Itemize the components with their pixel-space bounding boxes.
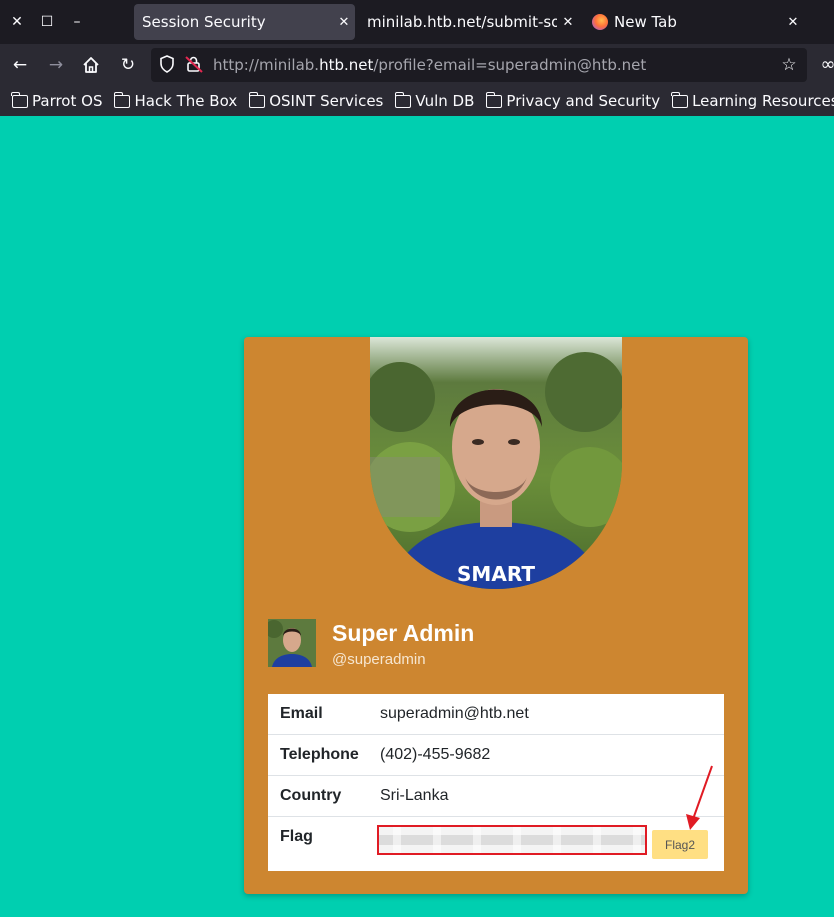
table-row-email: Email superadmin@htb.net bbox=[268, 694, 724, 735]
shield-icon[interactable] bbox=[157, 55, 177, 75]
tab-label: Session Security bbox=[142, 13, 266, 31]
tab-new-tab[interactable]: New Tab ✕ bbox=[584, 4, 804, 40]
tab-bar: ✕ ☐ – Session Security ✕ minilab.htb.net… bbox=[0, 0, 834, 44]
url-bar[interactable]: http://minilab.htb.net/profile?email=sup… bbox=[151, 48, 807, 82]
close-tab-icon[interactable]: ✕ bbox=[782, 15, 804, 30]
bookmark-learning-resources[interactable]: Learning Resources bbox=[671, 91, 834, 110]
folder-icon bbox=[11, 91, 28, 108]
tab-label: New Tab bbox=[614, 13, 677, 31]
home-icon[interactable] bbox=[79, 53, 103, 77]
url-path: /profile?email=superadmin@htb.net bbox=[373, 56, 647, 74]
bookmark-star-icon[interactable]: ☆ bbox=[779, 55, 799, 75]
bookmark-privacy-and-security[interactable]: Privacy and Security bbox=[485, 91, 661, 110]
table-row-flag: Flag Flag2 bbox=[268, 817, 724, 871]
bookmark-hack-the-box[interactable]: Hack The Box bbox=[113, 91, 238, 110]
close-tab-icon[interactable]: ✕ bbox=[557, 15, 579, 30]
shirt-text: SMART bbox=[457, 562, 535, 586]
tab-label: minilab.htb.net/submit-solut bbox=[367, 13, 557, 31]
telephone-label: Telephone bbox=[280, 746, 359, 763]
firefox-icon bbox=[592, 14, 608, 30]
forward-icon[interactable]: → bbox=[44, 53, 68, 77]
flag-value-redacted bbox=[377, 825, 647, 855]
url-host: htb.net bbox=[319, 56, 374, 74]
folder-icon bbox=[485, 91, 503, 108]
insecure-lock-icon[interactable] bbox=[184, 55, 204, 75]
folder-icon bbox=[248, 91, 266, 108]
email-label: Email bbox=[280, 705, 323, 722]
back-icon[interactable]: ← bbox=[8, 53, 32, 77]
bookmark-label: Vuln DB bbox=[415, 92, 475, 110]
extensions-icon[interactable]: ∞ bbox=[816, 53, 834, 77]
bookmark-label: Hack The Box bbox=[134, 92, 238, 110]
folder-icon bbox=[671, 91, 689, 108]
bookmark-label: Learning Resources bbox=[692, 92, 834, 110]
country-value: Sri-Lanka bbox=[380, 787, 449, 804]
bookmark-label: Parrot OS bbox=[32, 92, 103, 110]
bookmark-label: Privacy and Security bbox=[506, 92, 661, 110]
close-window-icon[interactable]: ✕ bbox=[7, 12, 27, 32]
close-tab-icon[interactable]: ✕ bbox=[333, 15, 355, 30]
navigation-toolbar: ← → ↻ http://minilab.htb.net/profile?ema… bbox=[0, 44, 834, 86]
folder-icon bbox=[113, 91, 131, 108]
url-prefix: http://minilab. bbox=[213, 56, 320, 74]
bookmark-parrot-os[interactable]: Parrot OS bbox=[11, 91, 103, 110]
folder-icon bbox=[394, 91, 412, 108]
flag-label: Flag bbox=[280, 828, 313, 845]
profile-name: Super Admin bbox=[332, 620, 475, 646]
avatar bbox=[268, 619, 316, 667]
email-value: superadmin@htb.net bbox=[380, 705, 529, 722]
profile-handle: @superadmin bbox=[332, 651, 426, 668]
tab-submit-solution[interactable]: minilab.htb.net/submit-solut ✕ bbox=[359, 4, 579, 40]
bookmarks-toolbar: Parrot OS Hack The Box OSINT Services Vu… bbox=[0, 86, 834, 116]
minimize-window-icon[interactable]: – bbox=[67, 12, 87, 32]
bookmark-label: OSINT Services bbox=[269, 92, 384, 110]
profile-info-table: Email superadmin@htb.net Telephone (402)… bbox=[268, 694, 724, 871]
url-text[interactable]: http://minilab.htb.net/profile?email=sup… bbox=[213, 56, 646, 74]
profile-cover-photo: SMART bbox=[370, 337, 622, 589]
table-row-telephone: Telephone (402)-455-9682 bbox=[268, 735, 724, 776]
tab-session-security[interactable]: Session Security ✕ bbox=[134, 4, 355, 40]
flag2-button[interactable]: Flag2 bbox=[652, 830, 708, 859]
telephone-value: (402)-455-9682 bbox=[380, 746, 491, 763]
country-label: Country bbox=[280, 787, 342, 804]
bookmark-osint-services[interactable]: OSINT Services bbox=[248, 91, 384, 110]
maximize-window-icon[interactable]: ☐ bbox=[37, 12, 57, 32]
bookmark-vuln-db[interactable]: Vuln DB bbox=[394, 91, 475, 110]
profile-card: SMART Super Admin @superadmin Email supe… bbox=[244, 337, 748, 894]
table-row-country: Country Sri-Lanka bbox=[268, 776, 724, 817]
annotation-arrow-icon bbox=[686, 765, 713, 830]
reload-icon[interactable]: ↻ bbox=[116, 53, 140, 77]
